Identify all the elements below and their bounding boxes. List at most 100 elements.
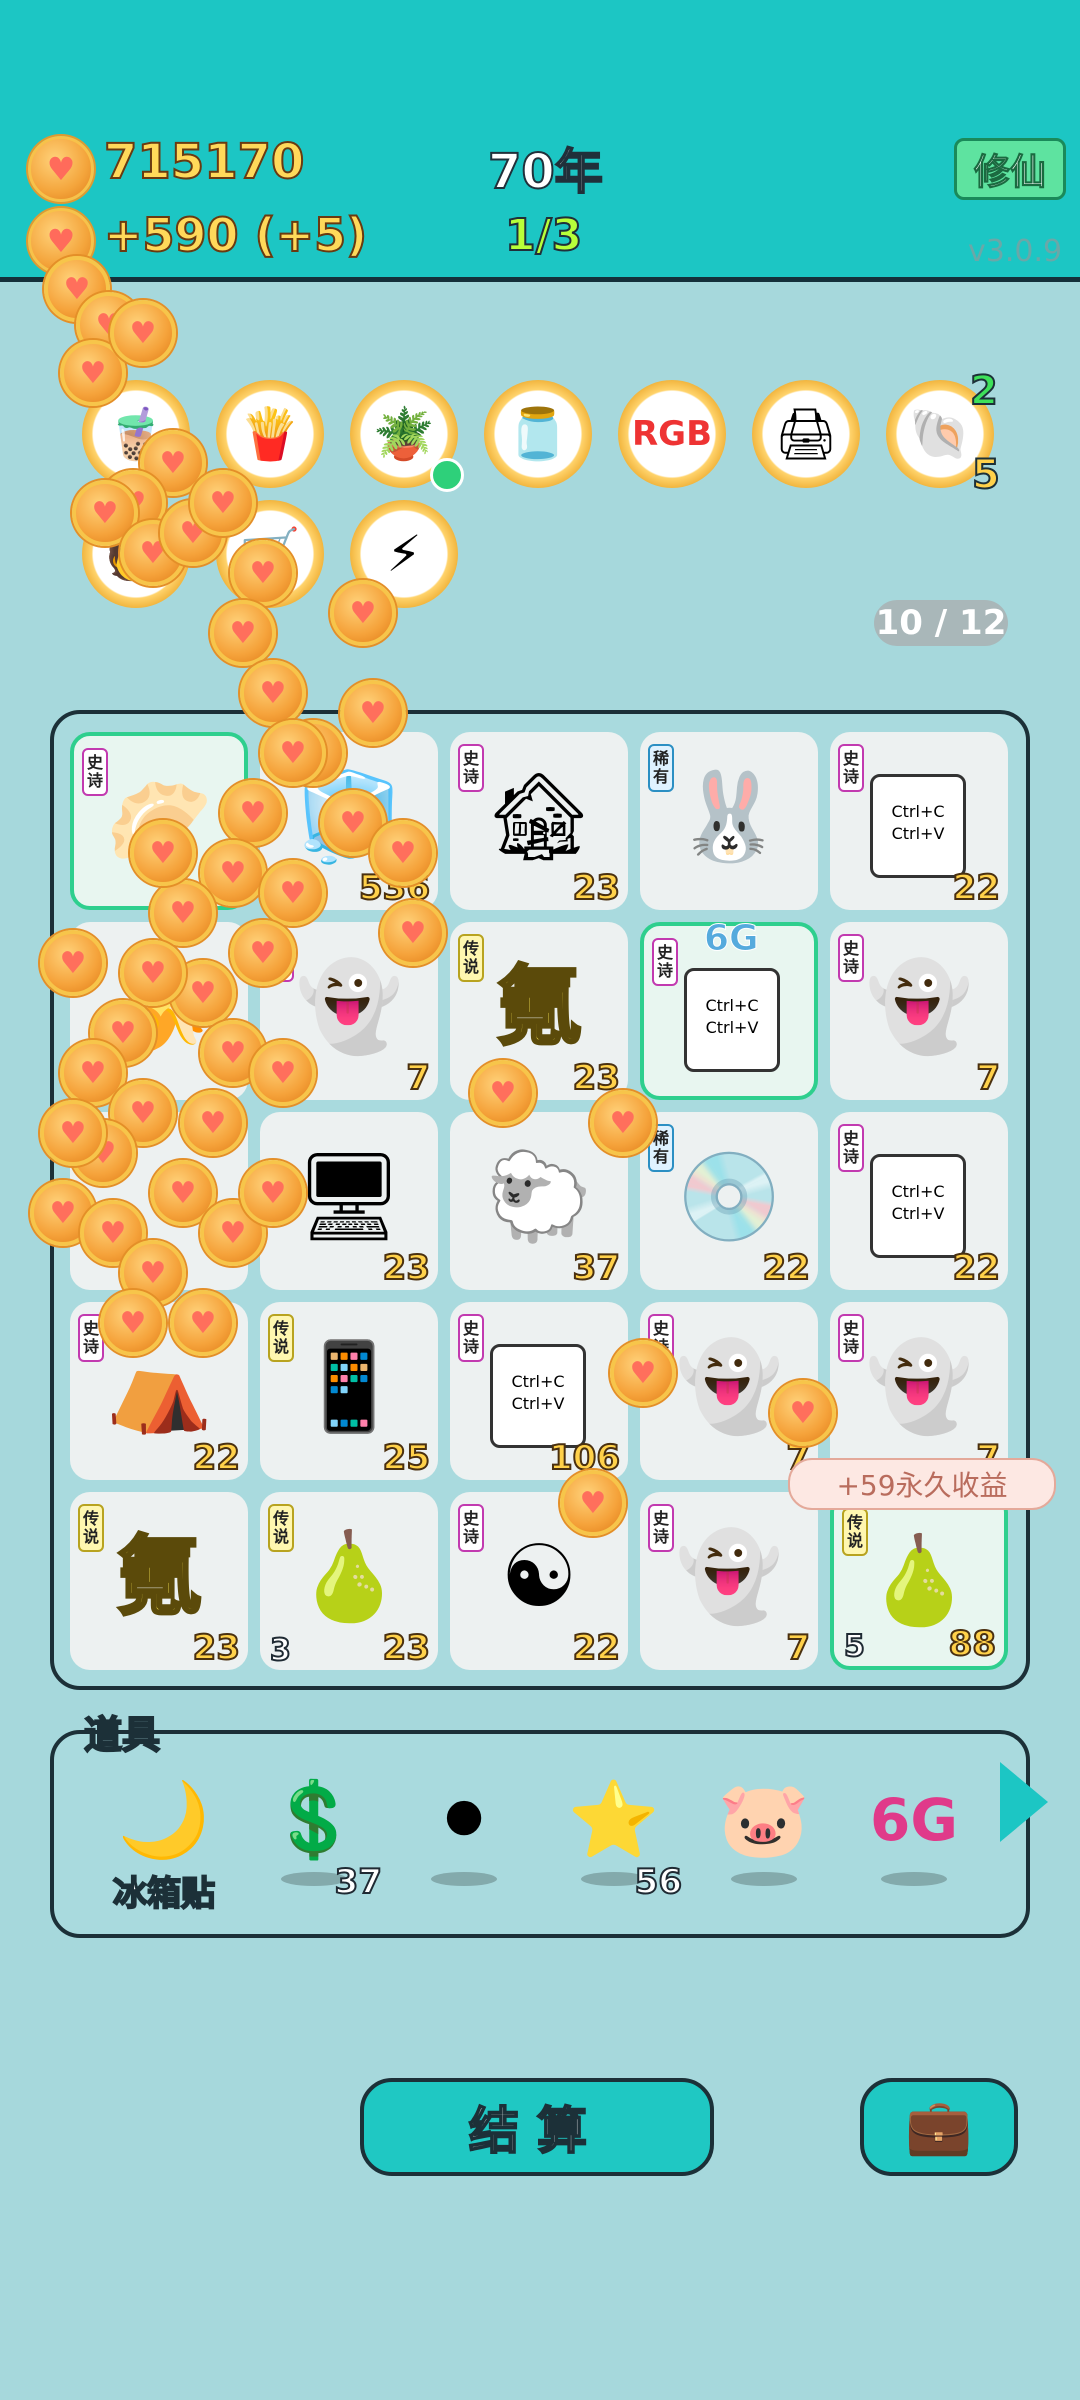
- grid-cell[interactable]: 传说 🍐 88 5: [830, 1492, 1008, 1670]
- flying-coin-icon: ♥: [610, 1340, 676, 1406]
- item-count: 22: [572, 1627, 621, 1669]
- grid-cell[interactable]: 史诗 Ctrl+C Ctrl+V 22: [830, 1112, 1008, 1290]
- next-arrow-icon[interactable]: [1000, 1762, 1048, 1842]
- bagua-watermelon-icon: ☯: [500, 1527, 578, 1627]
- six-g-label: 6G: [704, 918, 760, 960]
- item-level: 3: [269, 1632, 292, 1669]
- prop-shadow: [881, 1872, 947, 1886]
- stage-progress: 1/3: [504, 209, 583, 262]
- rarity-tag: 史诗: [652, 938, 678, 986]
- prop-item[interactable]: 6G: [854, 1770, 974, 1910]
- phone-icon: 📱: [295, 1337, 403, 1437]
- item-level: 5: [843, 1628, 866, 1665]
- item-count: 22: [192, 1437, 241, 1479]
- flying-coin-icon: ♥: [190, 470, 256, 536]
- flying-coin-icon: ♥: [150, 880, 216, 946]
- item-count: 37: [572, 1247, 621, 1289]
- item-count: 7: [405, 1057, 431, 1099]
- flying-coin-icon: ♥: [180, 1090, 246, 1156]
- settle-button[interactable]: 结算: [360, 2078, 714, 2176]
- flying-coin-icon: ♥: [340, 680, 406, 746]
- coin-icon: ♥: [28, 136, 94, 202]
- prop-item[interactable]: ⭐ 56: [554, 1770, 683, 1910]
- item-count: 25: [382, 1437, 431, 1479]
- grid-cell[interactable]: 稀有 🐰: [640, 732, 818, 910]
- item-count: 22: [762, 1247, 811, 1289]
- flying-coin-icon: ♥: [210, 600, 276, 666]
- rarity-tag: 史诗: [458, 1314, 484, 1362]
- qi-icon: 氪: [115, 1525, 204, 1629]
- prop-item[interactable]: 💲 37: [254, 1770, 383, 1910]
- prop-item[interactable]: 🌙 冰箱贴: [104, 1770, 224, 1915]
- flying-coin-icon: ♥: [40, 1100, 106, 1166]
- pear-icon: 🍐: [295, 1527, 403, 1627]
- income-tooltip: +59永久收益: [788, 1458, 1056, 1510]
- flying-coin-icon: ♥: [370, 820, 436, 886]
- item-count: 23: [382, 1247, 431, 1289]
- briefcase-button[interactable]: 💼: [860, 2078, 1018, 2176]
- copy-paste-icon: Ctrl+C Ctrl+V: [870, 1147, 993, 1258]
- flying-coin-icon: ♥: [260, 860, 326, 926]
- grid-cell[interactable]: 史诗👻7: [640, 1492, 818, 1670]
- item-count: 23: [572, 867, 621, 909]
- rabbit-icon: 🐰: [675, 767, 783, 867]
- printer-badge[interactable]: 🖨: [752, 380, 860, 488]
- disc-icon: 💿: [675, 1147, 783, 1247]
- item-count: 88: [948, 1623, 997, 1665]
- rgb-badge[interactable]: RGB: [618, 380, 726, 488]
- copy-paste-icon: Ctrl+C Ctrl+V: [870, 767, 993, 878]
- prop-count: 37: [334, 1861, 383, 1903]
- grid-cell[interactable]: 传说 📱 25: [260, 1302, 438, 1480]
- coin-total: 715170: [103, 133, 305, 191]
- item-count: 23: [382, 1627, 431, 1669]
- grid-cell[interactable]: 传说氪 23: [70, 1492, 248, 1670]
- grid-cell[interactable]: 传说 🍐 23 3: [260, 1492, 438, 1670]
- grid-cell[interactable]: 史诗 🏚 23: [450, 732, 628, 910]
- briefcase-icon: 💼: [905, 2095, 973, 2158]
- year-counter: 70年: [487, 143, 604, 201]
- prop-shadow: [431, 1872, 497, 1886]
- sheep-icon: 🐑: [485, 1147, 593, 1247]
- grid-cell[interactable]: 史诗 Ctrl+C Ctrl+V 22: [830, 732, 1008, 910]
- dollar-coin-icon: 💲: [267, 1777, 361, 1863]
- flying-coin-icon: ♥: [250, 1040, 316, 1106]
- piggy-bank-icon: 🐷: [717, 1777, 811, 1863]
- flying-coin-icon: ♥: [470, 1060, 536, 1126]
- jar-badge[interactable]: 🫙: [484, 380, 592, 488]
- qi-icon: 氪: [495, 955, 584, 1059]
- mode-button[interactable]: 修仙: [954, 138, 1066, 200]
- flying-coin-icon: ♥: [230, 540, 296, 606]
- shell-count-bottom: 5: [971, 451, 1001, 499]
- black-hole-icon: ⚫: [432, 1777, 495, 1863]
- grid-cell[interactable]: 史诗👻7: [830, 1302, 1008, 1480]
- item-count: 22: [952, 867, 1001, 909]
- ghost-icon: 👻: [675, 1527, 783, 1627]
- flying-coin-icon: ♥: [260, 720, 326, 786]
- rarity-tag: 史诗: [838, 744, 864, 792]
- prop-item[interactable]: 🐷: [704, 1770, 824, 1910]
- prop-shadow: [731, 1872, 797, 1886]
- prop-item[interactable]: ⚫: [404, 1770, 524, 1910]
- income-rate: +590 (+5): [103, 207, 368, 263]
- flying-coin-icon: ♥: [380, 900, 446, 966]
- flying-coin-icon: ♥: [120, 940, 186, 1006]
- grid-cell[interactable]: 史诗 Ctrl+C Ctrl+V 6G: [640, 918, 818, 1100]
- flying-coin-icon: ♥: [330, 580, 396, 646]
- props-title: 道具: [83, 1712, 161, 1758]
- grid-cell[interactable]: 史诗👻7: [830, 922, 1008, 1100]
- grid-cell[interactable]: 稀有 💿 22: [640, 1112, 818, 1290]
- star-icon: ⭐: [567, 1777, 661, 1863]
- item-count: 7: [785, 1627, 811, 1669]
- flying-coin-icon: ♥: [560, 1470, 626, 1536]
- prop-label: 冰箱贴: [112, 1873, 216, 1915]
- flying-coin-icon: ♥: [170, 1290, 236, 1356]
- grid-cell[interactable]: 史诗 Ctrl+C Ctrl+V 106: [450, 1302, 628, 1480]
- rarity-tag: 史诗: [838, 1124, 864, 1172]
- pear-icon: 🍐: [865, 1531, 973, 1631]
- item-count: 7: [975, 1057, 1001, 1099]
- shell-count-top: 2: [969, 367, 999, 415]
- house-icon: 🏚: [484, 767, 594, 867]
- flying-coin-icon: ♥: [240, 1160, 306, 1226]
- flying-coin-icon: ♥: [40, 930, 106, 996]
- item-count: 23: [192, 1627, 241, 1669]
